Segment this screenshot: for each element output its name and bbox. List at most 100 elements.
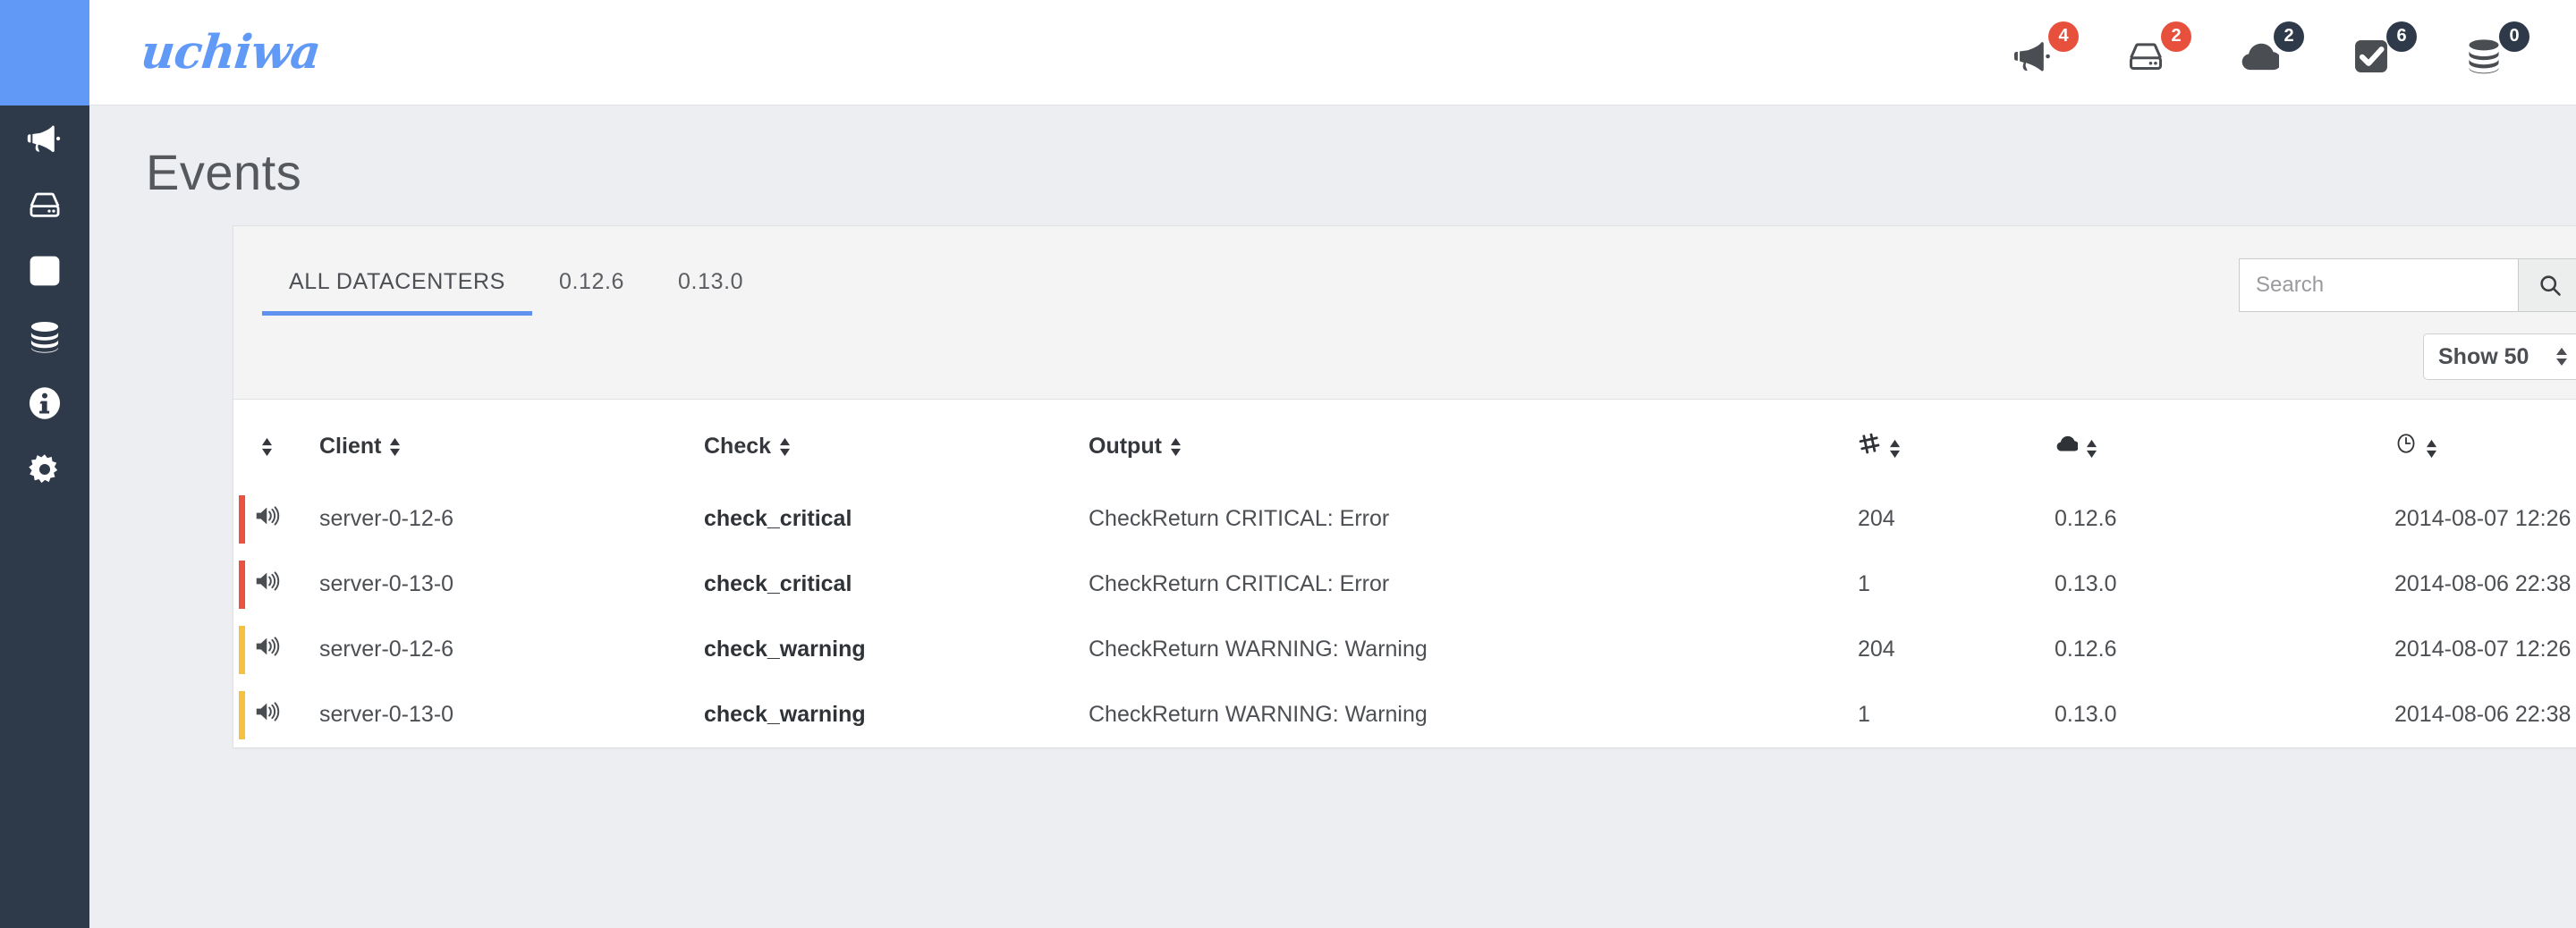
- events-table-body: server-0-12-6 check_critical CheckReturn C…: [233, 486, 2576, 747]
- sort-arrows-icon[interactable]: [778, 436, 792, 458]
- sidebar-item-check-square[interactable]: [0, 238, 89, 304]
- table-header-row: Client Check Output: [233, 400, 2576, 486]
- column-header-status[interactable]: [253, 400, 319, 486]
- column-header-occurrences[interactable]: [1858, 400, 2055, 486]
- check-cell: check_warning: [704, 637, 866, 662]
- datacenter-cell: 0.13.0: [2055, 702, 2117, 727]
- output-cell: CheckReturn CRITICAL: Error: [1089, 571, 1390, 596]
- column-header-datacenter[interactable]: [2055, 400, 2394, 486]
- timestamp-cell: 2014-08-06 22:38: [2394, 702, 2572, 727]
- severity-bar-critical: [239, 494, 245, 544]
- topbar-check-square-button[interactable]: 6: [2351, 21, 2417, 80]
- output-cell: CheckReturn WARNING: Warning: [1089, 637, 1428, 662]
- megaphone-icon: [2014, 41, 2050, 71]
- sort-arrows-icon[interactable]: [2425, 438, 2438, 460]
- page-size-label: Show 50: [2438, 343, 2529, 369]
- timestamp-cell: 2014-08-06 22:38: [2394, 571, 2572, 596]
- sidebar-item-megaphone[interactable]: [0, 105, 89, 172]
- client-cell: server-0-13-0: [319, 702, 454, 727]
- stack-icon: [30, 321, 59, 353]
- status-badge: 4: [2048, 21, 2079, 52]
- column-header-check[interactable]: Check: [704, 400, 1089, 486]
- sort-arrows-icon[interactable]: [388, 436, 402, 458]
- sort-arrows-icon[interactable]: [2085, 438, 2098, 460]
- tab-0-13-0[interactable]: 0.13.0: [651, 269, 770, 316]
- check-square-icon: [2355, 39, 2387, 72]
- server-icon: [2129, 42, 2163, 70]
- column-header-label: Check: [704, 434, 772, 459]
- severity-bar-cell: [233, 486, 253, 552]
- output-cell: CheckReturn CRITICAL: Error: [1089, 506, 1390, 531]
- datacenter-cell: 0.13.0: [2055, 571, 2117, 596]
- occurrences-cell: 1: [1858, 702, 1870, 727]
- column-header-output[interactable]: Output: [1089, 400, 1858, 486]
- check-cell: check_critical: [704, 506, 852, 531]
- speaker-icon: [256, 571, 280, 591]
- mute-cell[interactable]: [253, 486, 319, 552]
- status-badge: 2: [2161, 21, 2191, 52]
- occurrences-cell: 204: [1858, 637, 1895, 662]
- table-row[interactable]: server-0-12-6 check_warning CheckReturn WA…: [233, 617, 2576, 682]
- status-badge: 0: [2499, 21, 2529, 52]
- timestamp-cell: 2014-08-07 12:26: [2394, 637, 2572, 662]
- topbar-cloud-button[interactable]: 2: [2238, 21, 2304, 80]
- datacenter-cell: 0.12.6: [2055, 637, 2117, 662]
- table-row[interactable]: server-0-12-6 check_critical CheckReturn C…: [233, 486, 2576, 552]
- topbar-stack-button[interactable]: 0: [2463, 21, 2529, 80]
- cloud-icon: [2241, 43, 2279, 70]
- table-row[interactable]: server-0-13-0 check_warning CheckReturn WA…: [233, 682, 2576, 747]
- mute-cell[interactable]: [253, 552, 319, 617]
- timestamp-cell: 2014-08-07 12:26: [2394, 506, 2572, 531]
- datacenter-tabs: ALL DATACENTERS 0.12.6 0.13.0: [262, 269, 770, 316]
- check-cell: check_warning: [704, 702, 866, 727]
- search-icon: [2540, 275, 2561, 296]
- sidebar-item-info[interactable]: [0, 370, 89, 436]
- topbar-status-icons: 4 2 2 6 0: [2012, 21, 2529, 80]
- column-header-client[interactable]: Client: [319, 400, 704, 486]
- search-button[interactable]: [2518, 258, 2576, 312]
- severity-bar-header: [233, 400, 253, 486]
- sidebar: [0, 0, 89, 928]
- check-square-icon: [30, 256, 60, 286]
- tab-all-datacenters[interactable]: ALL DATACENTERS: [262, 269, 532, 316]
- table-row[interactable]: server-0-13-0 check_critical CheckReturn C…: [233, 552, 2576, 617]
- mute-cell[interactable]: [253, 682, 319, 747]
- datacenter-cell: 0.12.6: [2055, 506, 2117, 531]
- severity-bar-cell: [233, 552, 253, 617]
- client-cell: server-0-12-6: [319, 637, 454, 662]
- sort-arrows-icon[interactable]: [260, 436, 274, 458]
- sidebar-item-stack[interactable]: [0, 304, 89, 370]
- status-badge: 2: [2274, 21, 2304, 52]
- speaker-icon: [256, 637, 280, 656]
- severity-bar-cell: [233, 617, 253, 682]
- sidebar-item-server[interactable]: [0, 172, 89, 238]
- speaker-icon: [256, 506, 280, 526]
- events-table: Client Check Output server-0-12-6 check_cri…: [233, 400, 2576, 747]
- mute-cell[interactable]: [253, 617, 319, 682]
- brand-logo[interactable]: uchiwa: [139, 25, 323, 80]
- column-header-timestamp[interactable]: [2394, 400, 2576, 486]
- sort-arrows-icon[interactable]: [1169, 436, 1182, 458]
- topbar-server-button[interactable]: 2: [2125, 21, 2191, 80]
- info-icon: [29, 387, 61, 419]
- check-cell: check_critical: [704, 571, 852, 596]
- output-cell: CheckReturn WARNING: Warning: [1089, 702, 1428, 727]
- events-card: ALL DATACENTERS0.12.60.13.0 Show 50: [233, 225, 2576, 748]
- clock-icon: [2397, 434, 2415, 453]
- sidebar-logo-block: [0, 0, 89, 105]
- sort-arrows-icon[interactable]: [1888, 438, 1902, 460]
- column-header-label: Client: [319, 434, 382, 459]
- search-input[interactable]: [2239, 258, 2518, 312]
- status-badge: 6: [2386, 21, 2417, 52]
- sidebar-item-gear[interactable]: [0, 436, 89, 502]
- column-header-label: Output: [1089, 434, 1162, 459]
- topbar-megaphone-button[interactable]: 4: [2012, 21, 2079, 80]
- sidebar-nav: [0, 105, 89, 502]
- page-content: Events ALL DATACENTERS0.12.60.13.0 Show …: [89, 105, 2576, 928]
- severity-bar-cell: [233, 682, 253, 747]
- page-size-select[interactable]: Show 50: [2423, 333, 2576, 380]
- tab-0-12-6[interactable]: 0.12.6: [532, 269, 651, 316]
- client-cell: server-0-13-0: [319, 571, 454, 596]
- occurrences-cell: 204: [1858, 506, 1895, 531]
- card-header: ALL DATACENTERS0.12.60.13.0 Show 50: [233, 226, 2576, 400]
